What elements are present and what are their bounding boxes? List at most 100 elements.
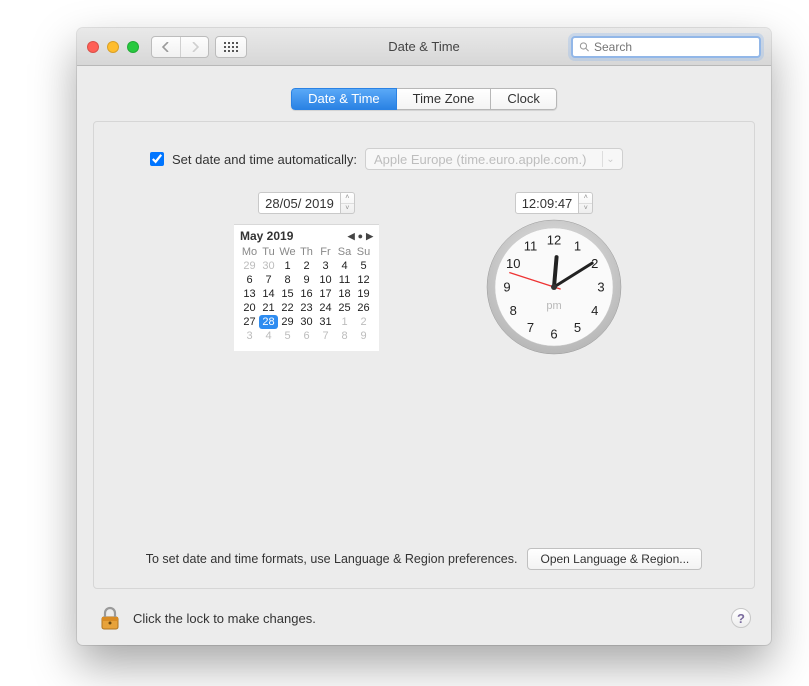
- svg-text:10: 10: [506, 256, 520, 271]
- cal-prev-icon[interactable]: ◀: [348, 231, 355, 242]
- time-field[interactable]: 12:09:47 ˄ ˅: [515, 192, 594, 214]
- calendar-day[interactable]: 11: [335, 273, 354, 287]
- calendar-day[interactable]: 1: [335, 315, 354, 329]
- open-language-region-button[interactable]: Open Language & Region...: [527, 548, 702, 570]
- tab-date-time[interactable]: Date & Time: [291, 88, 397, 110]
- date-value: 28/05/ 2019: [258, 192, 341, 214]
- svg-text:1: 1: [574, 239, 581, 254]
- calendar-day[interactable]: 23: [297, 301, 316, 315]
- traffic-lights: [87, 41, 139, 53]
- tab-time-zone[interactable]: Time Zone: [397, 88, 492, 110]
- calendar-day[interactable]: 2: [354, 315, 373, 329]
- auto-set-checkbox[interactable]: [150, 152, 164, 166]
- lock-icon[interactable]: [97, 605, 123, 631]
- calendar-day[interactable]: 12: [354, 273, 373, 287]
- auto-set-row: Set date and time automatically: Apple E…: [150, 148, 754, 170]
- time-value: 12:09:47: [515, 192, 580, 214]
- calendar-day[interactable]: 13: [240, 287, 259, 301]
- auto-set-label: Set date and time automatically:: [172, 152, 357, 167]
- chevron-down-icon: ⌄: [602, 151, 618, 167]
- calendar-day[interactable]: 6: [297, 329, 316, 343]
- calendar-day[interactable]: 17: [316, 287, 335, 301]
- titlebar: Date & Time: [77, 28, 771, 66]
- cal-next-icon[interactable]: ▶: [366, 231, 373, 242]
- search-input[interactable]: [594, 40, 753, 54]
- calendar-day[interactable]: 5: [354, 259, 373, 273]
- calendar-dow: Sa: [335, 245, 354, 259]
- calendar-day[interactable]: 29: [278, 315, 297, 329]
- cal-today-icon[interactable]: ●: [358, 231, 363, 241]
- calendar-day[interactable]: 8: [278, 273, 297, 287]
- footer: Click the lock to make changes. ?: [97, 605, 751, 631]
- calendar-day[interactable]: 5: [278, 329, 297, 343]
- svg-text:11: 11: [524, 239, 538, 254]
- preferences-window: Date & Time Date & TimeTime ZoneClock Se…: [77, 28, 771, 645]
- content: 28/05/ 2019 ˄ ˅ May 2019 ◀ ●: [94, 192, 754, 365]
- calendar-day[interactable]: 3: [240, 329, 259, 343]
- calendar-day[interactable]: 18: [335, 287, 354, 301]
- time-column: 12:09:47 ˄ ˅: [479, 192, 629, 365]
- body: Date & TimeTime ZoneClock Set date and t…: [77, 66, 771, 645]
- svg-text:pm: pm: [546, 300, 561, 312]
- calendar-dow: Su: [354, 245, 373, 259]
- step-down-icon[interactable]: ˅: [341, 204, 354, 214]
- help-button[interactable]: ?: [731, 608, 751, 628]
- calendar-day[interactable]: 27: [240, 315, 259, 329]
- calendar-day[interactable]: 15: [278, 287, 297, 301]
- calendar[interactable]: May 2019 ◀ ● ▶ MoTuWeThFrSaSu29301234567…: [234, 224, 379, 351]
- calendar-dow: Th: [297, 245, 316, 259]
- calendar-day[interactable]: 25: [335, 301, 354, 315]
- svg-text:7: 7: [527, 320, 534, 335]
- svg-text:6: 6: [550, 326, 557, 341]
- analog-clock: 123456789101112 pm: [479, 212, 629, 365]
- calendar-day[interactable]: 10: [316, 273, 335, 287]
- calendar-day[interactable]: 31: [316, 315, 335, 329]
- format-hint-row: To set date and time formats, use Langua…: [94, 548, 754, 570]
- step-up-icon[interactable]: ˄: [579, 193, 592, 204]
- zoom-icon[interactable]: [127, 41, 139, 53]
- calendar-day[interactable]: 14: [259, 287, 278, 301]
- calendar-day[interactable]: 4: [259, 329, 278, 343]
- calendar-day[interactable]: 9: [354, 329, 373, 343]
- calendar-day[interactable]: 4: [335, 259, 354, 273]
- calendar-dow: Fr: [316, 245, 335, 259]
- calendar-day[interactable]: 24: [316, 301, 335, 315]
- show-all-button[interactable]: [215, 36, 247, 58]
- calendar-day[interactable]: 3: [316, 259, 335, 273]
- tab-clock[interactable]: Clock: [491, 88, 557, 110]
- date-stepper[interactable]: ˄ ˅: [341, 192, 355, 214]
- close-icon[interactable]: [87, 41, 99, 53]
- calendar-day[interactable]: 8: [335, 329, 354, 343]
- calendar-day[interactable]: 21: [259, 301, 278, 315]
- calendar-day[interactable]: 30: [297, 315, 316, 329]
- calendar-day[interactable]: 2: [297, 259, 316, 273]
- calendar-day[interactable]: 19: [354, 287, 373, 301]
- svg-text:5: 5: [574, 320, 581, 335]
- format-hint-text: To set date and time formats, use Langua…: [146, 552, 518, 566]
- time-stepper[interactable]: ˄ ˅: [579, 192, 593, 214]
- search-field[interactable]: [571, 36, 761, 58]
- calendar-day[interactable]: 16: [297, 287, 316, 301]
- panel: Set date and time automatically: Apple E…: [93, 121, 755, 589]
- calendar-dow: Tu: [259, 245, 278, 259]
- date-column: 28/05/ 2019 ˄ ˅ May 2019 ◀ ●: [234, 192, 379, 365]
- time-server-combo[interactable]: Apple Europe (time.euro.apple.com.) ⌄: [365, 148, 623, 170]
- calendar-day[interactable]: 7: [259, 273, 278, 287]
- step-up-icon[interactable]: ˄: [341, 193, 354, 204]
- minimize-icon[interactable]: [107, 41, 119, 53]
- calendar-day[interactable]: 26: [354, 301, 373, 315]
- search-icon: [579, 41, 590, 53]
- calendar-day[interactable]: 7: [316, 329, 335, 343]
- lock-text: Click the lock to make changes.: [133, 611, 316, 626]
- back-button[interactable]: [152, 37, 180, 57]
- calendar-day[interactable]: 28: [259, 315, 278, 329]
- calendar-day[interactable]: 1: [278, 259, 297, 273]
- calendar-day[interactable]: 29: [240, 259, 259, 273]
- forward-button[interactable]: [180, 37, 208, 57]
- calendar-day[interactable]: 20: [240, 301, 259, 315]
- calendar-day[interactable]: 22: [278, 301, 297, 315]
- date-field[interactable]: 28/05/ 2019 ˄ ˅: [258, 192, 355, 214]
- calendar-day[interactable]: 9: [297, 273, 316, 287]
- calendar-day[interactable]: 6: [240, 273, 259, 287]
- calendar-day[interactable]: 30: [259, 259, 278, 273]
